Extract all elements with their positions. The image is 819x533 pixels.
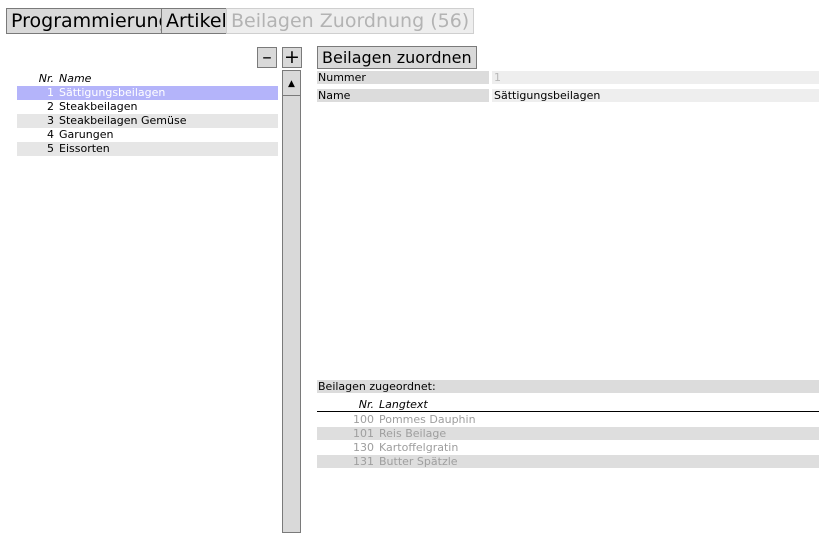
beilagen-zugeordnet-label: Beilagen zugeordnet: xyxy=(317,380,819,393)
add-button[interactable]: + xyxy=(282,47,302,68)
assigned-row-nr: 130 xyxy=(353,441,374,454)
name-field[interactable]: Sättigungsbeilagen xyxy=(492,89,819,102)
assigned-header-langtext: Langtext xyxy=(379,398,428,411)
list-item[interactable]: 1 Sättigungsbeilagen xyxy=(17,86,278,100)
assigned-row[interactable]: 101 Reis Beilage xyxy=(317,427,819,440)
assigned-row[interactable]: 130 Kartoffelgratin xyxy=(317,441,819,454)
list-item[interactable]: 5 Eissorten xyxy=(17,142,278,156)
list-item-nr: 2 xyxy=(47,100,54,113)
list-item-nr: 3 xyxy=(47,114,54,127)
list-header-nr: Nr. xyxy=(38,72,54,85)
list-header-name: Name xyxy=(59,72,92,85)
list-item[interactable]: 3 Steakbeilagen Gemüse xyxy=(17,114,278,128)
beilagen-zuordnung-button: Beilagen Zuordnung (56) xyxy=(226,8,475,34)
list-item-name: Sättigungsbeilagen xyxy=(59,86,166,99)
assigned-row[interactable]: 131 Butter Spätzle xyxy=(317,455,819,468)
programmierung-button[interactable]: Programmierung xyxy=(6,8,176,34)
artikel-button[interactable]: Artikel xyxy=(161,8,232,34)
list-item-name: Steakbeilagen Gemüse xyxy=(59,114,187,127)
list-item[interactable]: 2 Steakbeilagen xyxy=(17,100,278,114)
scroll-up-arrow-icon[interactable]: ▲ xyxy=(283,71,300,95)
list-item-nr: 5 xyxy=(47,142,54,155)
list-item[interactable]: 4 Garungen xyxy=(17,128,278,142)
assigned-row-text: Reis Beilage xyxy=(379,427,447,440)
list-item-name: Garungen xyxy=(59,128,114,141)
beilagen-zuordnen-button[interactable]: Beilagen zuordnen xyxy=(317,46,477,69)
assigned-row-text: Butter Spätzle xyxy=(379,455,458,468)
assigned-row-nr: 131 xyxy=(353,455,374,468)
assigned-row-nr: 100 xyxy=(353,413,374,426)
nummer-label: Nummer xyxy=(317,71,489,84)
remove-button[interactable]: – xyxy=(257,47,277,68)
list-item-name: Eissorten xyxy=(59,142,110,155)
assigned-row-nr: 101 xyxy=(353,427,374,440)
scrollbar-divider xyxy=(283,95,300,96)
list-item-nr: 1 xyxy=(47,86,54,99)
nummer-field: 1 xyxy=(492,71,819,84)
name-label: Name xyxy=(317,89,489,102)
list-scrollbar[interactable]: ▲ xyxy=(282,70,301,533)
assigned-header-nr: Nr. xyxy=(358,398,374,411)
list-item-name: Steakbeilagen xyxy=(59,100,138,113)
assigned-row-text: Kartoffelgratin xyxy=(379,441,459,454)
list-item-nr: 4 xyxy=(47,128,54,141)
assigned-row-text: Pommes Dauphin xyxy=(379,413,476,426)
assigned-header-divider xyxy=(317,411,819,412)
assigned-row[interactable]: 100 Pommes Dauphin xyxy=(317,413,819,426)
